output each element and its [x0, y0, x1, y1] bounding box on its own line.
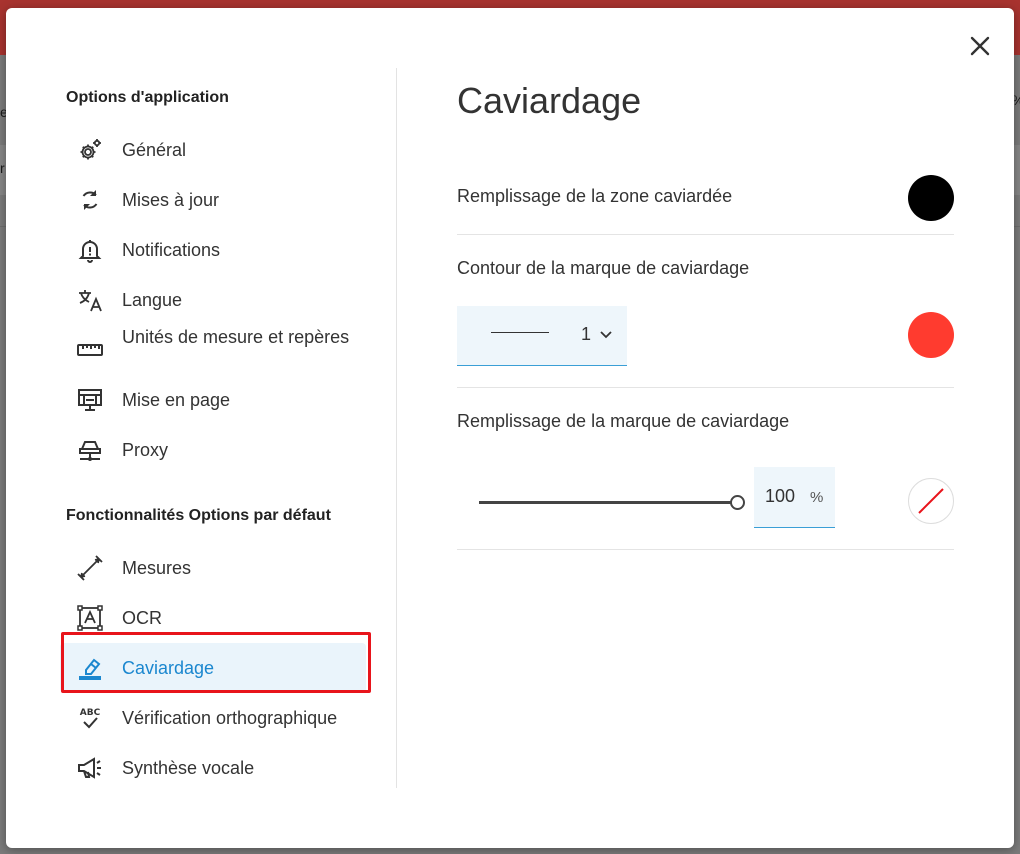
spellcheck-icon: ABC [76, 704, 104, 732]
close-icon [970, 36, 990, 56]
sidebar-item-proxy[interactable]: Proxy [60, 425, 366, 475]
stroke-sample [491, 332, 549, 333]
redact-icon [76, 654, 104, 682]
close-button[interactable] [966, 32, 994, 60]
sync-icon [76, 186, 104, 214]
sidebar-item-label: Unités de mesure et repères [122, 327, 350, 347]
sidebar-item-label: Caviardage [122, 657, 215, 678]
settings-dialog: Options d'application Général Mises à jo… [6, 8, 1014, 848]
slider-thumb[interactable] [730, 495, 745, 510]
sidebar-item-label: Langue [122, 289, 183, 310]
translate-icon [76, 286, 104, 314]
fill-area-color-swatch[interactable] [908, 175, 954, 221]
ruler-icon [76, 336, 104, 364]
sidebar-item-redaction[interactable]: Caviardage [60, 643, 366, 693]
megaphone-icon [76, 754, 104, 782]
chevron-down-icon [600, 331, 612, 339]
svg-text:ABC: ABC [80, 708, 101, 718]
sidebar-item-updates[interactable]: Mises à jour [60, 175, 366, 225]
background-text-fragment: r [0, 160, 5, 176]
sidebar-item-label: Proxy [122, 439, 169, 460]
no-color-icon [918, 488, 944, 514]
opacity-slider[interactable] [479, 492, 745, 512]
sidebar-item-label: OCR [122, 607, 162, 628]
ocr-icon [76, 604, 104, 632]
sidebar-item-spellcheck[interactable]: ABC Vérification orthographique [60, 693, 366, 743]
sidebar-item-language[interactable]: Langue [60, 275, 366, 325]
opacity-unit: % [810, 489, 824, 506]
sidebar-item-label: Général [122, 139, 187, 160]
sidebar-item-label: Synthèse vocale [122, 757, 255, 778]
mark-fill-label: Remplissage de la marque de caviardage [457, 411, 790, 431]
sidebar-item-text-to-speech[interactable]: Synthèse vocale [60, 743, 366, 793]
sidebar-item-label: Mise en page [122, 389, 231, 410]
section-title-feature-defaults: Fonctionnalités Options par défaut [66, 507, 331, 524]
vertical-divider [396, 68, 397, 788]
sidebar-item-measures[interactable]: Mesures [60, 543, 366, 593]
layout-icon [76, 386, 104, 414]
mark-fill-color-swatch[interactable] [908, 478, 954, 524]
measure-icon [76, 554, 104, 582]
sidebar-item-label: Mesures [122, 557, 192, 578]
sidebar-item-page-layout[interactable]: Mise en page [60, 375, 366, 425]
row-divider [457, 549, 954, 550]
row-divider [457, 234, 954, 235]
network-icon [76, 436, 104, 464]
stroke-width-value: 1 [581, 324, 592, 344]
sidebar-item-label: Vérification orthographique [122, 707, 338, 728]
opacity-input[interactable]: 100 % [754, 467, 835, 528]
opacity-value: 100 [765, 486, 796, 506]
sidebar-item-notifications[interactable]: Notifications [60, 225, 366, 275]
sidebar-item-label: Notifications [122, 239, 221, 260]
sidebar-item-ocr[interactable]: OCR [60, 593, 366, 643]
page-title: Caviardage [457, 80, 642, 121]
section-title-app-options: Options d'application [66, 89, 229, 106]
stroke-width-select[interactable]: 1 [457, 306, 627, 366]
sidebar-item-units[interactable]: Unités de mesure et repères [60, 325, 366, 375]
outline-color-swatch[interactable] [908, 312, 954, 358]
row-divider [457, 387, 954, 388]
bell-icon [76, 236, 104, 264]
fill-area-label: Remplissage de la zone caviardée [457, 186, 733, 206]
slider-fill [479, 501, 737, 504]
sidebar-item-general[interactable]: Général [60, 125, 366, 175]
sidebar-item-label: Mises à jour [122, 189, 220, 210]
outline-label: Contour de la marque de caviardage [457, 258, 750, 278]
gear-icon [76, 136, 104, 164]
